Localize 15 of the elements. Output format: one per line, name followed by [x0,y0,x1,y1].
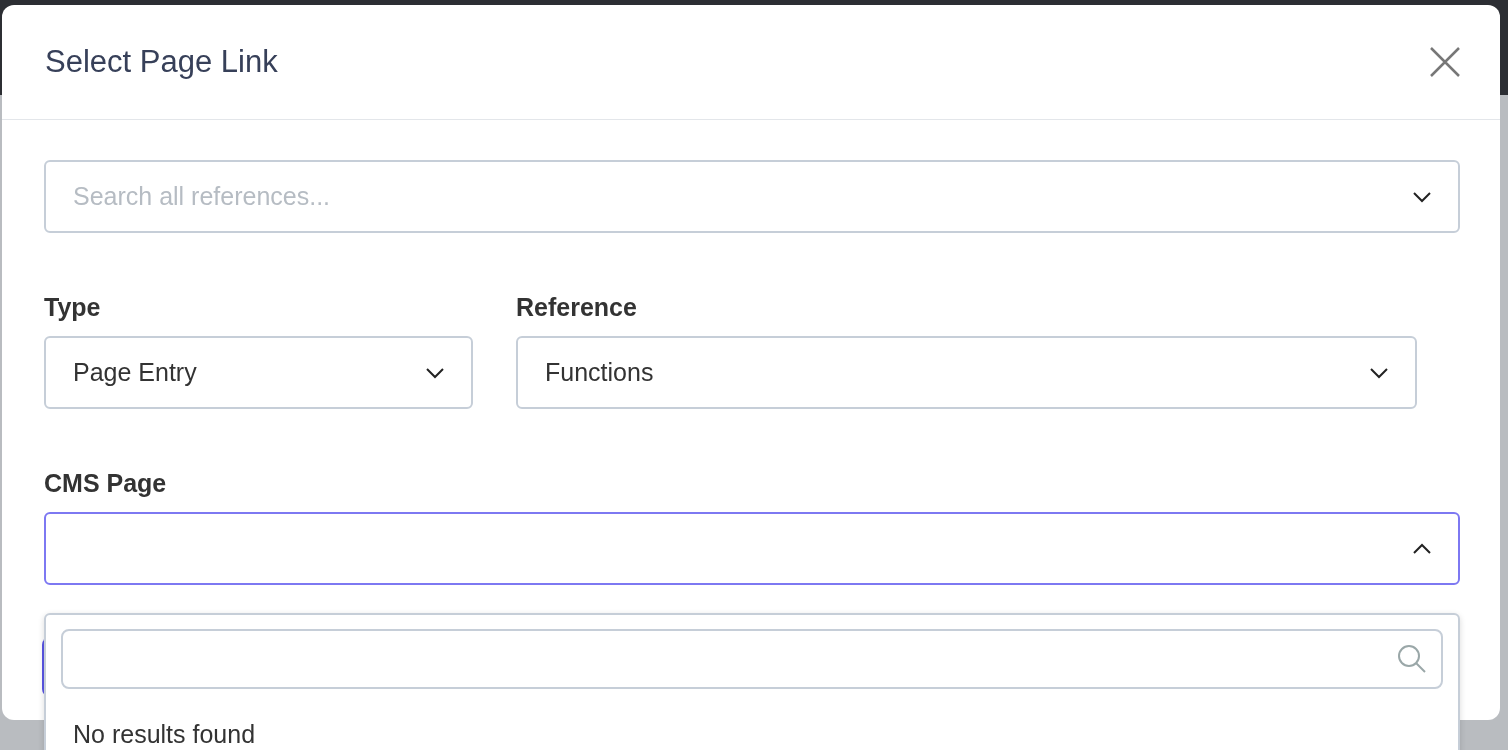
field-label: Type [44,293,102,322]
chevron-icon [1412,190,1432,203]
search-input[interactable] [61,629,1443,689]
no-results-message: No results found [73,720,256,749]
chevron-icon [425,366,445,379]
close-button[interactable] [1428,45,1462,79]
field-label: CMS Page [44,469,168,498]
field-label: Reference [516,293,638,322]
dropdown-select[interactable]: Page Entry [44,336,473,409]
chevron-icon [1412,542,1432,555]
dropdown-select[interactable] [44,512,1460,585]
dropdown-select[interactable]: Functions [516,336,1417,409]
dialog-title: Select Page Link [45,44,278,80]
chevron-icon [1369,366,1389,379]
search-icon [1397,644,1427,674]
